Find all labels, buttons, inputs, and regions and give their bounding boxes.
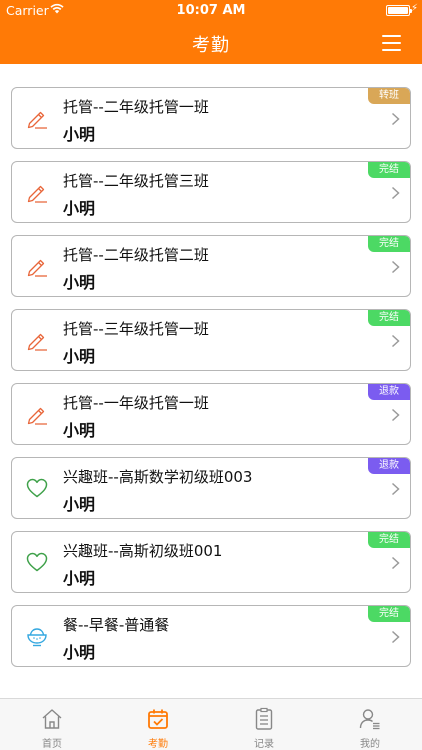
bowl-icon bbox=[25, 624, 49, 648]
status-bar: Carrier 10:07 AM ⚡ bbox=[0, 0, 422, 20]
attendance-card[interactable]: 托管--二年级托管一班 小明 转班 bbox=[11, 87, 411, 149]
student-name: 小明 bbox=[63, 125, 96, 144]
course-name: 托管--二年级托管二班 bbox=[63, 246, 209, 264]
status-badge: 完结 bbox=[368, 236, 410, 252]
attendance-card[interactable]: 兴趣班--高斯数学初级班003 小明 退款 bbox=[11, 457, 411, 519]
attendance-card[interactable]: 托管--三年级托管一班 小明 完结 bbox=[11, 309, 411, 371]
chevron-right-icon bbox=[391, 185, 400, 200]
pencil-icon bbox=[25, 180, 49, 204]
chevron-right-icon bbox=[391, 259, 400, 274]
user-icon bbox=[358, 707, 382, 731]
student-name: 小明 bbox=[63, 199, 96, 218]
tab-bar: 首页 考勤 记录 我的 bbox=[0, 698, 422, 750]
attendance-card[interactable]: 托管--二年级托管二班 小明 完结 bbox=[11, 235, 411, 297]
status-badge: 完结 bbox=[368, 310, 410, 326]
navigation-bar: 考勤 bbox=[0, 20, 422, 64]
student-name: 小明 bbox=[63, 569, 96, 588]
clock: 10:07 AM bbox=[176, 3, 246, 18]
chevron-right-icon bbox=[391, 333, 400, 348]
pencil-icon bbox=[25, 328, 49, 352]
chevron-right-icon bbox=[391, 481, 400, 496]
course-name: 托管--一年级托管一班 bbox=[63, 394, 209, 412]
tab-attendance[interactable]: 考勤 bbox=[106, 699, 210, 750]
course-name: 托管--二年级托管一班 bbox=[63, 98, 209, 116]
tab-records[interactable]: 记录 bbox=[212, 699, 316, 750]
status-badge: 完结 bbox=[368, 162, 410, 178]
chevron-right-icon bbox=[391, 555, 400, 570]
tab-profile[interactable]: 我的 bbox=[318, 699, 422, 750]
heart-icon bbox=[25, 550, 49, 574]
pencil-icon bbox=[25, 254, 49, 278]
status-badge: 退款 bbox=[368, 384, 410, 400]
clipboard-icon bbox=[252, 707, 276, 731]
charging-icon: ⚡ bbox=[410, 3, 418, 14]
course-name: 托管--三年级托管一班 bbox=[63, 320, 209, 338]
chevron-right-icon bbox=[391, 111, 400, 126]
attendance-card[interactable]: 兴趣班--高斯初级班001 小明 完结 bbox=[11, 531, 411, 593]
tab-label: 首页 bbox=[42, 739, 62, 750]
status-badge: 转班 bbox=[368, 88, 410, 104]
course-name: 兴趣班--高斯初级班001 bbox=[63, 542, 223, 560]
home-icon bbox=[40, 707, 64, 731]
attendance-card[interactable]: 托管--二年级托管三班 小明 完结 bbox=[11, 161, 411, 223]
page-title: 考勤 bbox=[192, 35, 230, 56]
tab-label: 考勤 bbox=[148, 739, 168, 750]
course-name: 托管--二年级托管三班 bbox=[63, 172, 209, 190]
tab-label: 记录 bbox=[254, 739, 274, 750]
tab-label: 我的 bbox=[360, 739, 380, 750]
student-name: 小明 bbox=[63, 495, 96, 514]
tab-home[interactable]: 首页 bbox=[0, 699, 104, 750]
status-badge: 完结 bbox=[368, 606, 410, 622]
status-badge: 完结 bbox=[368, 532, 410, 548]
student-name: 小明 bbox=[63, 273, 96, 292]
pencil-icon bbox=[25, 106, 49, 130]
menu-icon[interactable] bbox=[382, 35, 401, 51]
calendar-check-icon bbox=[146, 707, 170, 731]
pencil-icon bbox=[25, 402, 49, 426]
chevron-right-icon bbox=[391, 407, 400, 422]
attendance-card[interactable]: 托管--一年级托管一班 小明 退款 bbox=[11, 383, 411, 445]
student-name: 小明 bbox=[63, 347, 96, 366]
course-name: 兴趣班--高斯数学初级班003 bbox=[63, 468, 253, 486]
attendance-list: 托管--二年级托管一班 小明 转班 托管--二年级托管三班 小明 完结 托管--二年级托管二… bbox=[0, 64, 422, 698]
attendance-card[interactable]: 餐--早餐-普通餐 小明 完结 bbox=[11, 605, 411, 667]
course-name: 餐--早餐-普通餐 bbox=[63, 616, 170, 634]
student-name: 小明 bbox=[63, 643, 96, 662]
status-badge: 退款 bbox=[368, 458, 410, 474]
heart-icon bbox=[25, 476, 49, 500]
battery-icon bbox=[386, 5, 412, 16]
student-name: 小明 bbox=[63, 421, 96, 440]
chevron-right-icon bbox=[391, 629, 400, 644]
